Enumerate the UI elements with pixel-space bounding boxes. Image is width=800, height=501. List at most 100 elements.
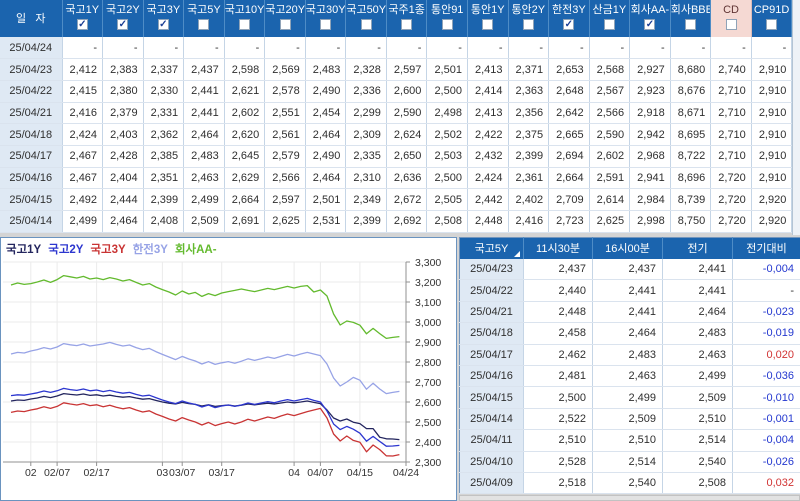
rate-cell[interactable]: 2,501: [426, 58, 468, 81]
diff-cell[interactable]: 0,020: [732, 344, 800, 366]
rate-cell[interactable]: 2,424: [62, 123, 104, 146]
rate-cell[interactable]: 2,598: [224, 58, 266, 81]
rate-cell[interactable]: 2,664: [548, 167, 590, 190]
rate-cell[interactable]: -: [386, 37, 428, 60]
rate-cell[interactable]: 2,691: [224, 210, 266, 233]
date-cell[interactable]: 25/04/16: [0, 167, 63, 190]
rate-cell[interactable]: 8,671: [670, 102, 712, 125]
rate-cell[interactable]: 2,720: [710, 210, 752, 233]
rate-cell[interactable]: 2,463: [183, 167, 225, 190]
rate-cell[interactable]: 2,415: [62, 80, 104, 103]
rate-cell[interactable]: 2,720: [710, 188, 752, 211]
rate-cell[interactable]: 2,514: [662, 429, 733, 452]
column-header-통안2Y[interactable]: 통안2Y: [508, 0, 550, 37]
date-cell[interactable]: 25/04/18: [459, 322, 524, 345]
rate-cell[interactable]: 2,510: [523, 429, 593, 452]
rate-cell[interactable]: -: [143, 37, 185, 60]
date-cell[interactable]: 25/04/21: [0, 102, 63, 125]
rate-cell[interactable]: -: [62, 37, 104, 60]
column-header-CP91D[interactable]: CP91D: [751, 0, 793, 37]
rate-cell[interactable]: 2,337: [143, 58, 185, 81]
diff-cell[interactable]: -0,004: [732, 429, 800, 452]
rate-cell[interactable]: 2,723: [548, 210, 590, 233]
diff-cell[interactable]: -0,010: [732, 386, 800, 409]
column-header-CD[interactable]: CD: [710, 0, 752, 37]
rate-cell[interactable]: 2,441: [592, 279, 663, 302]
rate-cell[interactable]: 2,566: [264, 167, 306, 190]
diff-cell[interactable]: -0,036: [732, 365, 800, 388]
rate-cell[interactable]: 2,531: [305, 210, 347, 233]
rate-cell[interactable]: 2,540: [592, 472, 663, 495]
rate-cell[interactable]: 2,385: [143, 145, 185, 168]
rate-cell[interactable]: 2,710: [710, 102, 752, 125]
column-checkbox-산금1Y[interactable]: [603, 19, 615, 30]
rate-cell[interactable]: 2,600: [386, 80, 428, 103]
rate-cell[interactable]: -: [183, 37, 225, 60]
column-checkbox-회사BBB-[interactable]: [684, 19, 696, 30]
rate-cell[interactable]: -: [426, 37, 468, 60]
rate-cell[interactable]: 2,597: [386, 58, 428, 81]
rate-cell[interactable]: 2,441: [662, 258, 733, 281]
rate-cell[interactable]: 2,467: [62, 145, 104, 168]
date-cell[interactable]: 25/04/23: [0, 58, 63, 81]
column-checkbox-국고50Y[interactable]: [360, 19, 372, 30]
rate-cell[interactable]: 2,629: [224, 167, 266, 190]
rate-cell[interactable]: 2,522: [523, 408, 593, 431]
column-checkbox-국고30Y[interactable]: [320, 19, 332, 30]
date-cell[interactable]: 25/04/23: [459, 258, 524, 281]
rate-cell[interactable]: 2,463: [662, 344, 733, 366]
rate-cell[interactable]: 2,942: [629, 123, 671, 146]
column-checkbox-CD[interactable]: [725, 19, 737, 30]
rate-cell[interactable]: 2,310: [345, 167, 387, 190]
rate-cell[interactable]: 2,371: [508, 58, 550, 81]
rate-cell[interactable]: 2,509: [592, 408, 663, 431]
rate-cell[interactable]: 8,750: [670, 210, 712, 233]
date-cell[interactable]: 25/04/22: [0, 80, 63, 103]
rate-cell[interactable]: 2,464: [305, 167, 347, 190]
rate-cell[interactable]: 2,499: [592, 386, 663, 409]
rate-cell[interactable]: 2,440: [523, 279, 593, 302]
column-header-통안1Y[interactable]: 통안1Y: [467, 0, 509, 37]
rate-cell[interactable]: -: [508, 37, 550, 60]
diff-cell[interactable]: -0,023: [732, 301, 800, 324]
diff-cell[interactable]: -0,026: [732, 451, 800, 473]
rate-cell[interactable]: 2,328: [345, 58, 387, 81]
rate-cell[interactable]: 2,379: [102, 102, 144, 125]
date-cell[interactable]: 25/04/14: [0, 210, 63, 233]
rate-cell[interactable]: 2,918: [629, 102, 671, 125]
diff-cell[interactable]: 0,032: [732, 472, 800, 495]
rate-cell[interactable]: 2,448: [523, 301, 593, 324]
date-cell[interactable]: 25/04/18: [0, 123, 63, 146]
rate-cell[interactable]: 2,984: [629, 188, 671, 211]
column-header-국고3Y[interactable]: 국고3Y ✓: [143, 0, 185, 37]
rate-cell[interactable]: 2,710: [710, 80, 752, 103]
rate-cell[interactable]: 2,910: [751, 167, 793, 190]
rate-cell[interactable]: 2,448: [467, 210, 509, 233]
rate-cell[interactable]: 2,441: [183, 80, 225, 103]
column-header-회사BBB-[interactable]: 회사BBB-: [670, 0, 712, 37]
rate-cell[interactable]: 2,414: [467, 80, 509, 103]
rate-cell[interactable]: 2,335: [345, 145, 387, 168]
rate-cell[interactable]: 2,428: [102, 145, 144, 168]
diff-cell[interactable]: -0,019: [732, 322, 800, 345]
rate-cell[interactable]: 8,695: [670, 123, 712, 146]
rate-cell[interactable]: 2,625: [589, 210, 631, 233]
date-cell[interactable]: 25/04/16: [459, 365, 524, 388]
rate-cell[interactable]: -: [548, 37, 590, 60]
rate-cell[interactable]: -: [264, 37, 306, 60]
rate-cell[interactable]: 2,503: [426, 145, 468, 168]
rate-cell[interactable]: 2,910: [751, 80, 793, 103]
date-cell[interactable]: 25/04/22: [459, 279, 524, 302]
rate-cell[interactable]: 2,910: [751, 58, 793, 81]
rate-cell[interactable]: 2,464: [183, 123, 225, 146]
rate-cell[interactable]: 2,403: [102, 123, 144, 146]
rate-cell[interactable]: 2,349: [345, 188, 387, 211]
rate-cell[interactable]: 2,454: [305, 102, 347, 125]
detail-column-header-국고5Y[interactable]: 국고5Y: [459, 237, 524, 259]
rate-cell[interactable]: 8,739: [670, 188, 712, 211]
rate-cell[interactable]: 8,680: [670, 58, 712, 81]
rate-cell[interactable]: 8,676: [670, 80, 712, 103]
rate-cell[interactable]: 2,442: [467, 188, 509, 211]
rate-cell[interactable]: 2,927: [629, 58, 671, 81]
rate-cell[interactable]: 2,408: [143, 210, 185, 233]
